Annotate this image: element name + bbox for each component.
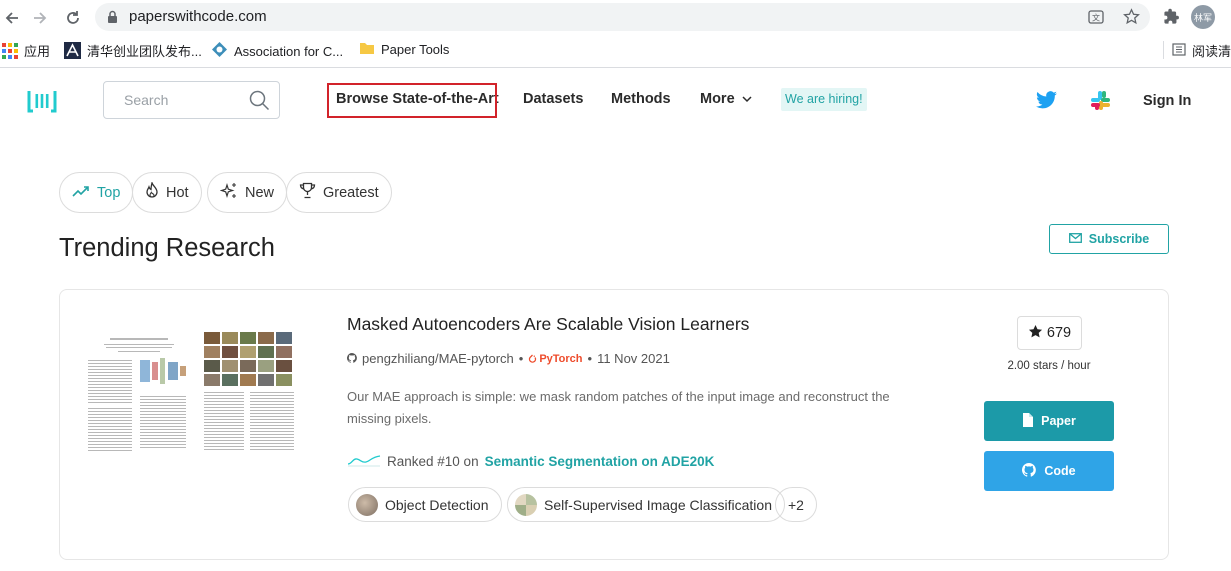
- code-button-label: Code: [1044, 464, 1076, 478]
- github-icon: [346, 351, 357, 366]
- bookmark-star-icon[interactable]: [1123, 8, 1140, 30]
- sparkle-icon: [219, 182, 238, 204]
- paper-title[interactable]: Masked Autoencoders Are Scalable Vision …: [347, 314, 749, 335]
- envelope-icon: [1068, 232, 1082, 246]
- bookmark-label: 清华创业团队发布...: [87, 44, 202, 59]
- reload-icon[interactable]: [61, 6, 85, 30]
- hiring-badge[interactable]: We are hiring!: [781, 88, 867, 111]
- bookmark-label: Association for C...: [234, 43, 344, 59]
- bookmark-apps[interactable]: 应用: [2, 41, 50, 60]
- filter-greatest[interactable]: Greatest: [286, 172, 392, 213]
- twitter-icon[interactable]: [1036, 91, 1057, 114]
- flame-icon: [145, 180, 159, 203]
- bookmark-tsinghua[interactable]: 清华创业团队发布...: [64, 41, 202, 60]
- search-input[interactable]: [104, 82, 244, 118]
- extensions-puzzle-icon[interactable]: [1163, 8, 1180, 30]
- ranked-task-link[interactable]: Semantic Segmentation on ADE20K: [485, 454, 715, 469]
- back-arrow-icon[interactable]: [0, 6, 24, 30]
- url-text[interactable]: paperswithcode.com: [129, 8, 267, 25]
- ranked-prefix: Ranked #10 on: [387, 454, 479, 469]
- filter-label: Hot: [166, 184, 189, 201]
- bookmark-label: 应用: [24, 44, 51, 59]
- site-favicon-icon: [64, 42, 81, 59]
- search-icon[interactable]: [249, 90, 270, 116]
- trophy-icon: [299, 182, 316, 203]
- subscribe-button[interactable]: Subscribe: [1049, 224, 1169, 254]
- address-bar[interactable]: paperswithcode.com 文: [95, 3, 1150, 31]
- profile-initials: 林军: [1193, 12, 1212, 23]
- github-icon: [1022, 462, 1037, 480]
- code-button[interactable]: Code: [984, 451, 1114, 491]
- task-tag-self-supervised[interactable]: Self-Supervised Image Classification: [507, 487, 785, 522]
- bookmark-label: Paper Tools: [381, 42, 450, 57]
- task-thumbnail-icon: [356, 493, 378, 516]
- filter-new[interactable]: New: [207, 172, 288, 213]
- apps-grid-icon: [2, 42, 18, 59]
- subscribe-label: Subscribe: [1088, 232, 1150, 246]
- filter-label: Top: [97, 184, 121, 201]
- filter-top[interactable]: Top: [59, 172, 134, 213]
- slack-icon[interactable]: [1090, 90, 1111, 116]
- paper-abstract: Our MAE approach is simple: we mask rand…: [347, 389, 890, 426]
- stars-count: 679: [1046, 325, 1072, 341]
- tag-label: Self-Supervised Image Classification: [544, 496, 772, 513]
- forward-arrow-icon[interactable]: [28, 6, 52, 30]
- section-title: Trending Research: [59, 234, 275, 262]
- separator-dot: •: [518, 351, 524, 366]
- task-thumbnail-icon: [515, 493, 537, 516]
- framework-label: PyTorch: [539, 352, 583, 365]
- nav-methods[interactable]: Methods: [611, 91, 671, 107]
- paper-date: 11 Nov 2021: [597, 351, 670, 366]
- github-stars-badge[interactable]: 679: [1017, 316, 1082, 350]
- folder-icon: [359, 41, 375, 58]
- lock-icon: [107, 10, 118, 29]
- sparkline-icon: [347, 452, 381, 471]
- document-icon: [1022, 412, 1034, 430]
- paper-button[interactable]: Paper: [984, 401, 1114, 441]
- highlight-box: [327, 83, 497, 118]
- nav-datasets[interactable]: Datasets: [523, 91, 583, 107]
- filter-hot[interactable]: Hot: [132, 172, 202, 213]
- paperswithcode-logo-icon[interactable]: [27, 89, 57, 118]
- star-icon: [1028, 324, 1043, 343]
- separator-dot: •: [587, 351, 593, 366]
- filter-label: New: [245, 184, 275, 201]
- sign-in-link[interactable]: Sign In: [1143, 93, 1191, 109]
- paper-meta: pengzhiliang/MAE-pytorch • PyTorch • 11 …: [346, 351, 670, 366]
- tag-label: Object Detection: [385, 496, 489, 513]
- task-tag-object-detection[interactable]: Object Detection: [348, 487, 502, 522]
- paper-thumbnail[interactable]: [84, 330, 300, 458]
- paper-button-label: Paper: [1041, 414, 1076, 428]
- bookmarks-bar: 应用 清华创业团队发布... Association for C... Pape…: [0, 38, 1231, 62]
- reading-list[interactable]: 阅读清: [1172, 41, 1231, 60]
- chevron-down-icon: [742, 91, 752, 107]
- nav-more-label: More: [700, 91, 735, 107]
- nav-more[interactable]: More: [700, 91, 752, 107]
- svg-text:文: 文: [1092, 13, 1100, 23]
- reading-list-label: 阅读清: [1192, 44, 1231, 59]
- more-tags-button[interactable]: +2: [775, 487, 817, 522]
- ranking-line: Ranked #10 on Semantic Segmentation on A…: [347, 452, 714, 471]
- pytorch-logo-icon: PyTorch: [528, 352, 583, 365]
- stars-rate: 2.00 stars / hour: [1007, 360, 1091, 372]
- browser-chrome: paperswithcode.com 文 林军 应用 清华创业团队发布... A…: [0, 0, 1231, 68]
- bookmark-acm[interactable]: Association for C...: [211, 41, 343, 61]
- bookmarks-divider: [1163, 41, 1164, 59]
- reading-list-icon: [1172, 42, 1186, 59]
- acm-diamond-icon: [211, 41, 228, 61]
- translate-icon[interactable]: 文: [1088, 9, 1104, 30]
- repo-link[interactable]: pengzhiliang/MAE-pytorch: [362, 351, 514, 366]
- bookmark-paper-tools[interactable]: Paper Tools: [359, 41, 449, 58]
- more-tags-label: +2: [788, 496, 804, 513]
- profile-avatar[interactable]: 林军: [1191, 5, 1215, 29]
- trend-up-icon: [72, 184, 90, 202]
- filter-label: Greatest: [323, 184, 379, 201]
- site-search-box: [103, 81, 280, 119]
